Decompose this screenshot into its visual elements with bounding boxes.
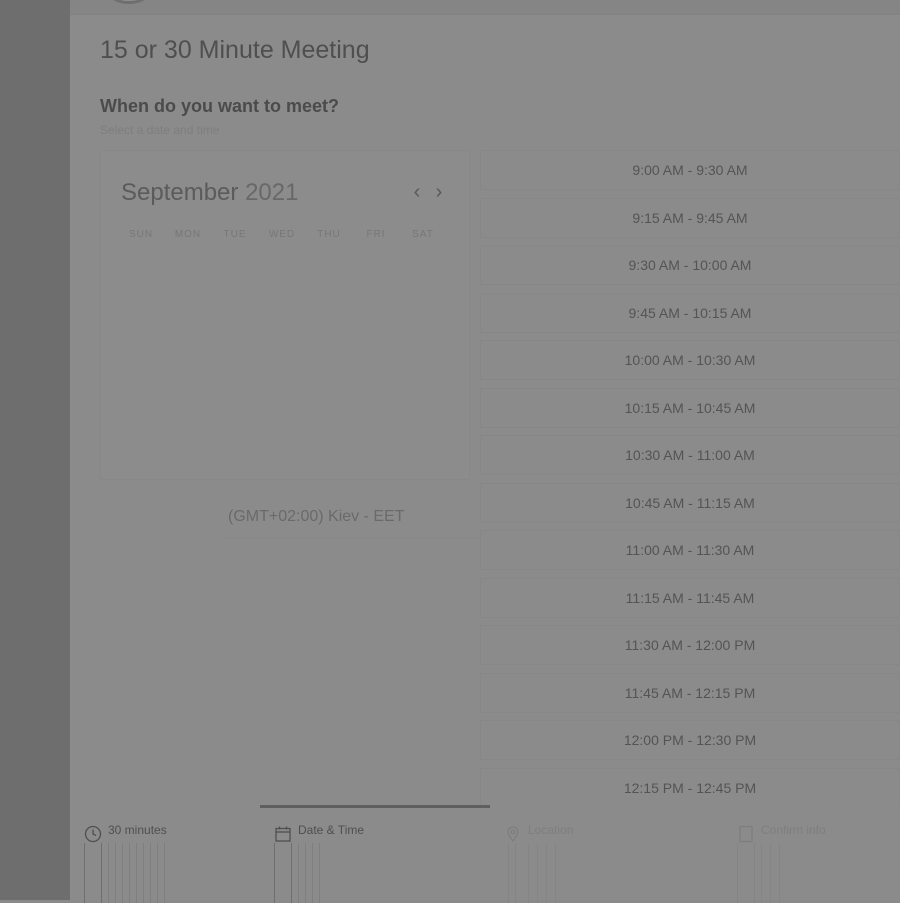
step-location[interactable]: Location <box>490 823 690 903</box>
booking-steps: 30 minutes Date & Time Location Confirm … <box>70 805 900 903</box>
time-slot-button[interactable]: 9:30 AM - 10:00 AM <box>480 245 900 285</box>
left-sidebar <box>0 0 70 900</box>
timezone-label: (GMT+02:00) Kiev - EET <box>228 508 405 525</box>
time-slot-button[interactable]: 12:15 PM - 12:45 PM <box>480 767 900 805</box>
location-pin-icon <box>504 825 520 843</box>
time-slot-button[interactable]: 9:15 AM - 9:45 AM <box>480 197 900 238</box>
time-slot-button[interactable]: 10:15 AM - 10:45 AM <box>480 387 900 428</box>
document-icon <box>737 825 753 843</box>
time-slot-button[interactable]: 11:15 AM - 11:45 AM <box>480 577 900 618</box>
time-slot-button[interactable]: 11:45 AM - 12:15 PM <box>480 672 900 713</box>
time-slot-list[interactable]: 9:00 AM - 9:30 AM 9:15 AM - 9:45 AM 9:30… <box>480 150 900 805</box>
calendar-month: September <box>121 179 239 206</box>
active-step-indicator <box>260 805 490 808</box>
step-label: Confirm info <box>761 823 826 837</box>
clock-icon <box>84 825 102 843</box>
weekday-header: SUN MON TUE WED THU FRI SAT <box>121 229 443 240</box>
calendar-month-label: September 2021 <box>121 179 298 207</box>
step-label: Location <box>528 823 574 837</box>
page-title: 15 or 30 Minute Meeting <box>100 36 370 64</box>
avatar[interactable] <box>108 0 150 4</box>
weekday-label: MON <box>174 229 202 240</box>
time-slot-button[interactable]: 9:45 AM - 10:15 AM <box>480 292 900 333</box>
weekday-label: TUE <box>223 229 247 240</box>
weekday-label: SAT <box>412 229 434 240</box>
step-confirm[interactable]: Confirm info <box>723 823 900 903</box>
step-date-time[interactable]: Date & Time <box>260 823 460 903</box>
weekday-label: FRI <box>366 229 386 240</box>
time-slot-button[interactable]: 9:00 AM - 9:30 AM <box>480 150 900 190</box>
calendar-year: 2021 <box>245 179 299 206</box>
calendar-icon <box>274 825 291 842</box>
time-slot-button[interactable]: 11:00 AM - 11:30 AM <box>480 530 900 570</box>
section-subtext: Select a date and time <box>100 123 220 137</box>
time-slot-button[interactable]: 11:30 AM - 12:00 PM <box>480 625 900 665</box>
chevron-left-icon[interactable]: ‹ <box>408 181 426 203</box>
chevron-right-icon[interactable]: › <box>430 181 448 203</box>
scheduler-panel: 15 or 30 Minute Meeting When do you want… <box>70 0 900 903</box>
section-heading: When do you want to meet? <box>100 96 339 116</box>
time-slot-button[interactable]: 10:30 AM - 11:00 AM <box>480 435 900 475</box>
time-slot-button[interactable]: 10:00 AM - 10:30 AM <box>480 340 900 380</box>
time-slot-button[interactable]: 10:45 AM - 11:15 AM <box>480 482 900 523</box>
top-bar <box>70 0 900 15</box>
step-duration[interactable]: 30 minutes <box>70 823 270 903</box>
calendar: September 2021 ‹ › SUN MON TUE WED THU F… <box>100 150 470 480</box>
step-label: Date & Time <box>298 823 365 837</box>
weekday-label: WED <box>268 229 296 240</box>
time-slot-button[interactable]: 12:00 PM - 12:30 PM <box>480 720 900 760</box>
weekday-label: SUN <box>128 229 154 240</box>
weekday-label: THU <box>317 229 341 240</box>
step-label: 30 minutes <box>108 823 167 837</box>
